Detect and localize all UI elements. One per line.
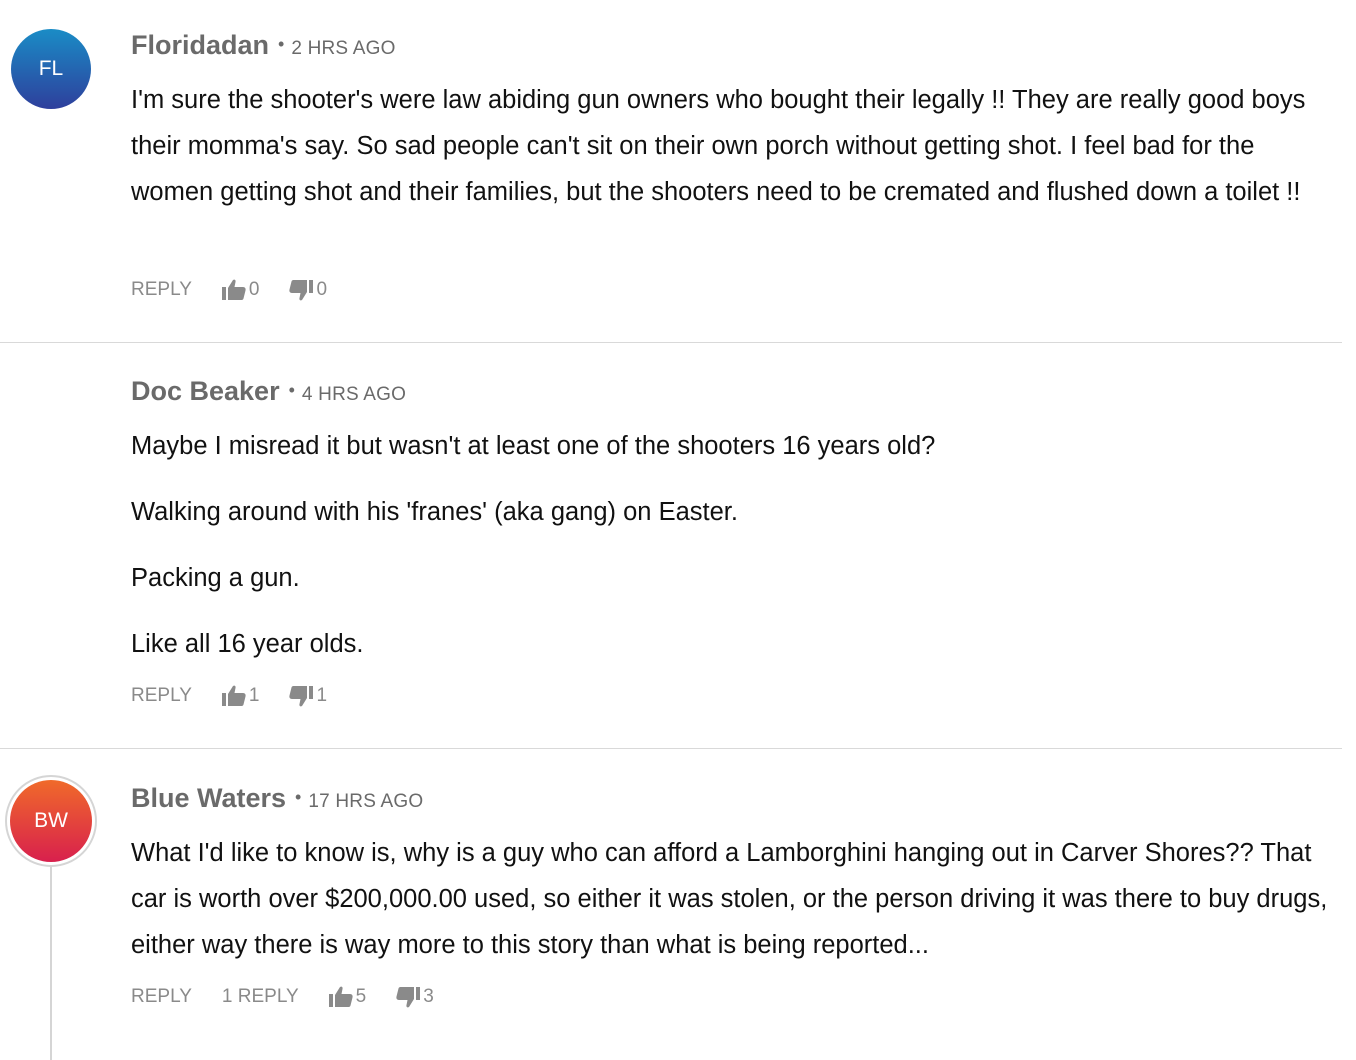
thumbs-down-icon <box>396 986 421 1008</box>
comments-section: FL Floridadan • 2 HRS AGO I'm sure the s… <box>0 0 1356 1060</box>
comment-divider <box>0 342 1342 343</box>
comment-divider <box>0 748 1342 749</box>
author-name[interactable]: Blue Waters <box>131 783 286 814</box>
timestamp: 17 HRS AGO <box>308 791 424 812</box>
upvote-count: 0 <box>248 279 260 300</box>
comment-paragraph: I'm sure the shooter's were law abiding … <box>131 86 1306 206</box>
upvote-button[interactable]: 0 <box>221 279 260 301</box>
author-name[interactable]: Floridadan <box>131 30 269 61</box>
comment-header: Blue Waters • 17 HRS AGO <box>131 783 423 814</box>
thread-line <box>50 866 52 1060</box>
comment-header: Doc Beaker • 4 HRS AGO <box>131 376 406 407</box>
thumbs-up-icon <box>328 986 353 1008</box>
upvote-count: 5 <box>355 986 367 1007</box>
upvote-count: 1 <box>248 685 260 706</box>
thumbs-down-icon <box>289 279 314 301</box>
avatar[interactable]: FL <box>11 29 91 109</box>
upvote-button[interactable]: 5 <box>328 986 367 1008</box>
reply-button[interactable]: REPLY <box>131 685 192 707</box>
comment-actions: REPLY 1 1 <box>131 685 327 707</box>
comment-body: What I'd like to know is, why is a guy w… <box>131 830 1331 968</box>
author-name[interactable]: Doc Beaker <box>131 376 280 407</box>
comment-body: Maybe I misread it but wasn't at least o… <box>131 423 1331 667</box>
comment-paragraph: Maybe I misread it but wasn't at least o… <box>131 432 936 460</box>
avatar-initials: FL <box>38 57 64 80</box>
thumbs-up-icon <box>221 279 246 301</box>
reply-button[interactable]: REPLY <box>131 279 192 301</box>
timestamp: 2 HRS AGO <box>291 38 396 59</box>
comment-actions: REPLY 1 REPLY 5 3 <box>131 986 434 1008</box>
thumbs-down-icon <box>289 685 314 707</box>
downvote-count: 3 <box>423 986 434 1007</box>
comment-paragraph: Walking around with his 'franes' (aka ga… <box>131 498 738 526</box>
separator-dot: • <box>288 380 295 400</box>
comment-paragraph: Like all 16 year olds. <box>131 630 364 658</box>
avatar-initials: BW <box>34 809 68 832</box>
reply-button[interactable]: REPLY <box>131 986 192 1008</box>
upvote-button[interactable]: 1 <box>221 685 260 707</box>
comment-header: Floridadan • 2 HRS AGO <box>131 30 396 61</box>
downvote-button[interactable]: 1 <box>289 685 327 707</box>
thumbs-up-icon <box>221 685 246 707</box>
timestamp: 4 HRS AGO <box>301 384 407 405</box>
downvote-button[interactable]: 0 <box>289 279 327 301</box>
separator-dot: • <box>295 787 302 807</box>
separator-dot: • <box>278 34 285 54</box>
comment-body: I'm sure the shooter's were law abiding … <box>131 77 1321 215</box>
downvote-count: 0 <box>316 279 328 300</box>
comment-paragraph: Packing a gun. <box>131 564 300 592</box>
comment-paragraph: What I'd like to know is, why is a guy w… <box>131 839 1328 959</box>
view-replies-button[interactable]: 1 REPLY <box>222 986 299 1008</box>
downvote-count: 1 <box>316 685 328 706</box>
comment-actions: REPLY 0 0 <box>131 279 327 301</box>
downvote-button[interactable]: 3 <box>396 986 434 1008</box>
avatar[interactable]: BW <box>10 780 92 862</box>
